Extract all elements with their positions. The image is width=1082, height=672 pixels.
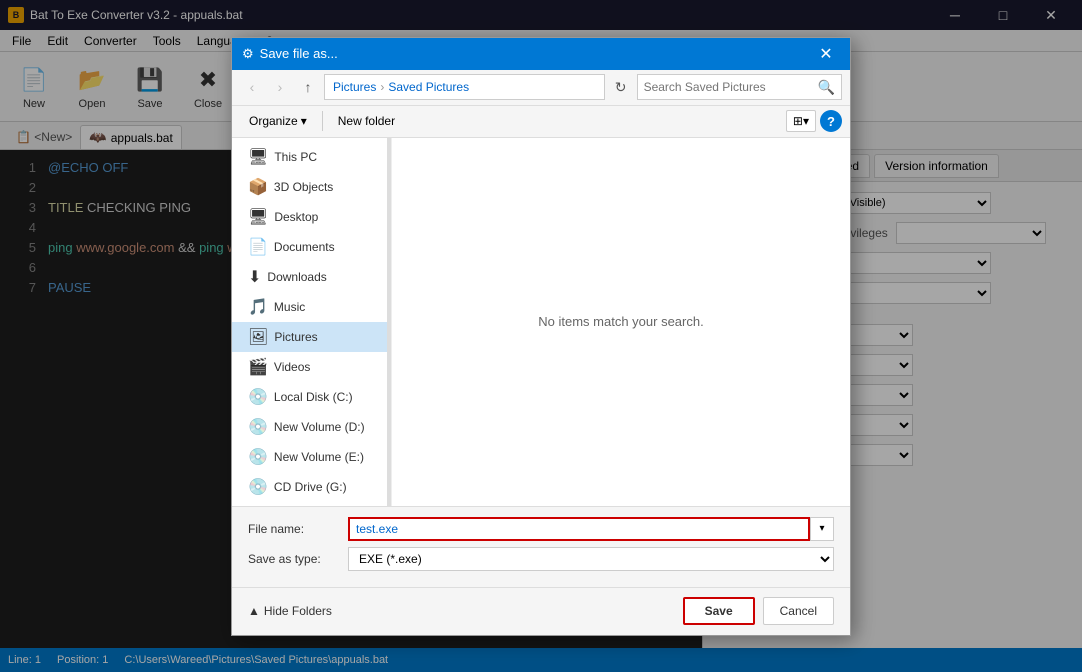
volumed-icon: 💿 (248, 417, 268, 437)
dialog-cancel-button[interactable]: Cancel (763, 597, 834, 625)
dialog-buttons: ▲ Hide Folders Save Cancel (232, 587, 850, 635)
dialog-address-bar: ‹ › ↑ Pictures › Saved Pictures ↻ 🔍 (232, 70, 850, 106)
documents-icon: 📄 (248, 237, 268, 257)
filetype-row: Save as type: EXE (*.exe) (248, 547, 834, 571)
sidebar-item-cdg[interactable]: 💿 CD Drive (G:) (232, 472, 391, 502)
path-separator: › (380, 80, 384, 94)
view-icon: ⊞ (793, 114, 803, 128)
organize-label: Organize (249, 114, 298, 128)
filename-row: File name: ▾ (248, 517, 834, 541)
search-input[interactable] (644, 80, 814, 94)
toolbar-sep (322, 111, 323, 131)
cdg-icon: 💿 (248, 477, 268, 497)
pictures-icon: 🖼 (248, 327, 268, 347)
nav-forward-button[interactable]: › (268, 75, 292, 99)
volumee-label: New Volume (E:) (274, 450, 364, 464)
cdg-label: CD Drive (G:) (274, 480, 347, 494)
volumee-icon: 💿 (248, 447, 268, 467)
dialog-toolbar: Organize ▾ New folder ⊞ ▾ ? (232, 106, 850, 138)
3dobjects-icon: 📦 (248, 177, 268, 197)
file-sidebar: 🖥 This PC 📦 3D Objects 🖥 Desktop 📄 Docum… (232, 138, 392, 506)
dialog-overlay: ⚙ Save file as... ✕ ‹ › ↑ Pictures › Sav… (0, 0, 1082, 672)
thispc-label: This PC (274, 150, 317, 164)
sidebar-item-videos[interactable]: 🎬 Videos (232, 352, 391, 382)
filetype-label: Save as type: (248, 552, 348, 566)
hide-folders-label: Hide Folders (264, 604, 332, 618)
localc-icon: 💿 (248, 387, 268, 407)
search-box[interactable]: 🔍 (637, 74, 842, 100)
sidebar-item-thispc[interactable]: 🖥 This PC (232, 142, 391, 172)
search-icon: 🔍 (818, 79, 835, 96)
pictures-label: Pictures (274, 330, 317, 344)
view-button[interactable]: ⊞ ▾ (786, 110, 816, 132)
3dobjects-label: 3D Objects (274, 180, 333, 194)
dialog-files-area: 🖥 This PC 📦 3D Objects 🖥 Desktop 📄 Docum… (232, 138, 850, 506)
sidebar-item-music[interactable]: 🎵 Music (232, 292, 391, 322)
sidebar-item-downloads[interactable]: ⬇ Downloads (232, 262, 391, 292)
dialog-save-button[interactable]: Save (683, 597, 755, 625)
downloads-icon: ⬇ (248, 267, 261, 287)
file-list-empty: No items match your search. (392, 138, 850, 506)
empty-message: No items match your search. (538, 314, 703, 329)
expand-chevron: ▲ (248, 604, 260, 618)
music-icon: 🎵 (248, 297, 268, 317)
thispc-icon: 🖥 (248, 147, 268, 167)
downloads-label: Downloads (267, 270, 326, 284)
documents-label: Documents (274, 240, 335, 254)
organize-chevron: ▾ (301, 114, 307, 128)
organize-button[interactable]: Organize ▾ (240, 110, 316, 132)
sidebar-item-pictures[interactable]: 🖼 Pictures (232, 322, 391, 352)
sidebar-item-localc[interactable]: 💿 Local Disk (C:) (232, 382, 391, 412)
hide-folders-button[interactable]: ▲ Hide Folders (248, 604, 332, 618)
save-dialog: ⚙ Save file as... ✕ ‹ › ↑ Pictures › Sav… (231, 37, 851, 636)
filetype-select[interactable]: EXE (*.exe) (348, 547, 834, 571)
filename-input[interactable] (348, 517, 810, 541)
music-label: Music (274, 300, 305, 314)
filename-dropdown[interactable]: ▾ (810, 517, 834, 541)
view-chevron: ▾ (803, 114, 809, 128)
refresh-button[interactable]: ↻ (609, 75, 633, 99)
desktop-label: Desktop (274, 210, 318, 224)
videos-label: Videos (274, 360, 310, 374)
new-folder-button[interactable]: New folder (329, 110, 404, 132)
dialog-titlebar: ⚙ Save file as... ✕ (232, 38, 850, 70)
nav-up-button[interactable]: ↑ (296, 75, 320, 99)
videos-icon: 🎬 (248, 357, 268, 377)
sidebar-item-documents[interactable]: 📄 Documents (232, 232, 391, 262)
sidebar-item-volumed[interactable]: 💿 New Volume (D:) (232, 412, 391, 442)
nav-back-button[interactable]: ‹ (240, 75, 264, 99)
localc-label: Local Disk (C:) (274, 390, 353, 404)
path-part-saved[interactable]: Saved Pictures (388, 80, 469, 94)
help-button[interactable]: ? (820, 110, 842, 132)
dialog-title-icon: ⚙ (242, 46, 254, 62)
filename-area: File name: ▾ Save as type: EXE (*.exe) (232, 506, 850, 587)
sidebar-item-desktop[interactable]: 🖥 Desktop (232, 202, 391, 232)
address-path[interactable]: Pictures › Saved Pictures (324, 74, 605, 100)
dialog-close-button[interactable]: ✕ (812, 40, 840, 68)
volumed-label: New Volume (D:) (274, 420, 365, 434)
desktop-icon: 🖥 (248, 207, 268, 227)
dialog-title-text: Save file as... (260, 46, 338, 61)
filename-label: File name: (248, 522, 348, 536)
path-part-pictures[interactable]: Pictures (333, 80, 376, 94)
new-folder-label: New folder (338, 114, 395, 128)
sidebar-item-3dobjects[interactable]: 📦 3D Objects (232, 172, 391, 202)
sidebar-item-volumee[interactable]: 💿 New Volume (E:) (232, 442, 391, 472)
